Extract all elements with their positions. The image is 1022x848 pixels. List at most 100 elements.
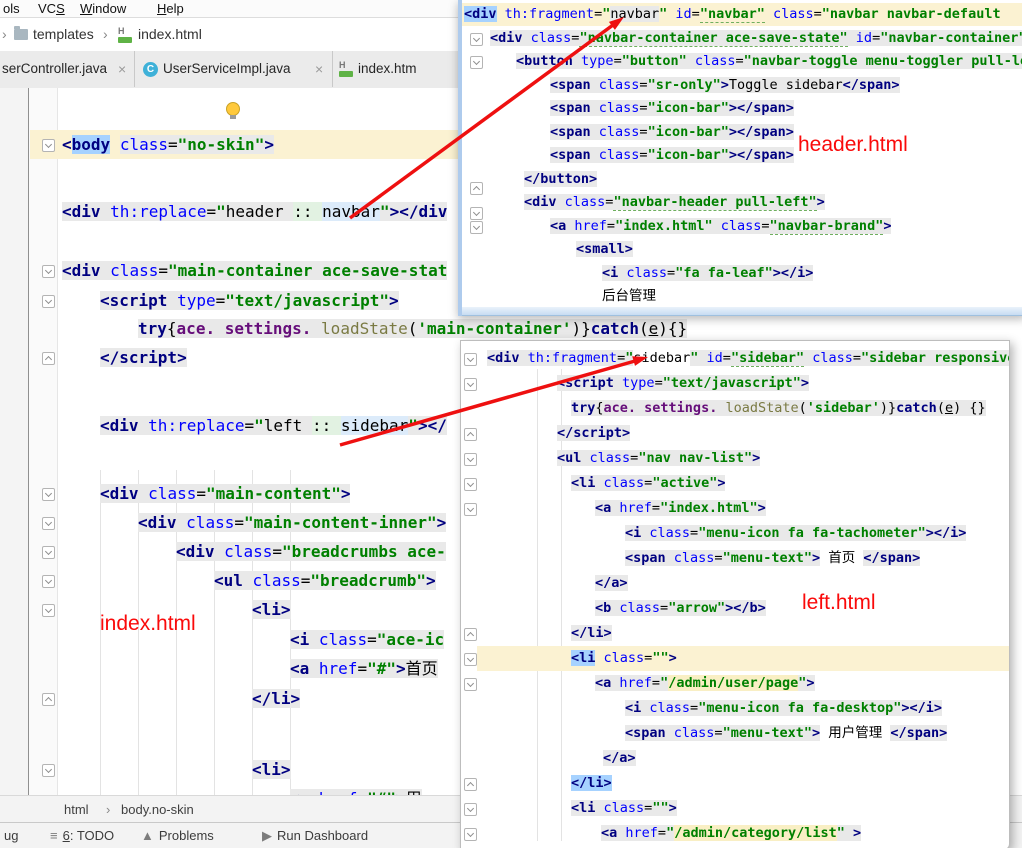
fold-expand-icon (464, 678, 477, 691)
fold-expand-icon (464, 353, 477, 366)
overlay-left-html-snippet: <div th:fragment="sidebar" id="sidebar" … (460, 340, 1010, 848)
overlay-header-html-snippet: <div th:fragment="navbar" id="navbar" cl… (458, 0, 1022, 316)
code-line: <li class=""> (571, 800, 677, 816)
fold-expand-icon[interactable] (42, 488, 55, 501)
close-icon[interactable]: × (118, 51, 126, 87)
code-line: <span class="icon-bar"></span> (550, 124, 794, 140)
code-line: </script> (100, 348, 187, 367)
close-icon[interactable]: × (315, 51, 323, 87)
statusbar-run-dashboard[interactable]: ▶ Run Dashboard (262, 823, 368, 848)
code-line: <small> (576, 241, 633, 257)
caret-line-highlight (477, 646, 1009, 671)
menu-item-window[interactable]: Window (80, 0, 126, 17)
fold-expand-icon (464, 478, 477, 491)
tab-usercontroller-java[interactable]: serController.java × (0, 51, 135, 87)
fold-expand-icon[interactable] (42, 764, 55, 777)
code-line: <i class="ace-ic (290, 630, 445, 649)
code-line: </li> (252, 689, 301, 708)
ide-window: ols VCS Window Help › templates › H inde… (0, 0, 1022, 848)
fold-expand-icon[interactable] (42, 265, 55, 278)
chevron-right-icon: › (2, 26, 7, 42)
fold-expand-icon (470, 207, 483, 220)
statusbar-todo[interactable]: ≡ 6: TODO (50, 823, 114, 848)
class-icon: C (143, 62, 158, 77)
annotation-label-index-html: index.html (100, 612, 196, 635)
breadcrumb-item-index-html[interactable]: index.html (138, 18, 202, 51)
warning-triangle-icon: ▲ (141, 828, 154, 843)
code-line: <li> (252, 600, 291, 619)
breadcrumb-item-body-no-skin[interactable]: body.no-skin (121, 796, 194, 823)
code-line: <a href="#">用 (290, 784, 422, 795)
code-line: <body class="no-skin"> (62, 135, 274, 154)
breadcrumb-item-html[interactable]: html (64, 796, 89, 823)
overlay-bottom-edge (462, 307, 1022, 316)
fold-expand-icon (464, 828, 477, 841)
code-line: <i class="menu-icon fa fa-desktop"></i> (625, 700, 943, 716)
tab-label: serController.java (2, 61, 108, 76)
tab-label: index.htm (358, 61, 417, 76)
code-area-header-html: <div th:fragment="navbar" id="navbar" cl… (462, 0, 1022, 316)
fold-expand-icon (464, 653, 477, 666)
statusbar-problems[interactable]: ▲ Problems (141, 823, 214, 848)
code-line: <a href="/admin/user/page"> (595, 675, 815, 691)
code-line: </a> (595, 575, 628, 591)
indent-guide (537, 369, 538, 841)
fold-expand-icon (464, 453, 477, 466)
fold-expand-icon[interactable] (42, 604, 55, 617)
code-line: <div th:replace="header :: navbar"></div (62, 202, 448, 221)
code-line: <div th:fragment="sidebar" id="sidebar" … (487, 346, 1009, 371)
fold-collapse-icon (464, 778, 477, 791)
code-line: <li> (252, 760, 291, 779)
chevron-right-icon: › (106, 802, 111, 817)
code-line: <button type="button" class="navbar-togg… (516, 50, 1022, 73)
todo-list-icon: ≡ (50, 828, 58, 843)
code-line: <span class="icon-bar"></span> (550, 100, 794, 116)
code-line: try{ace. settings. loadState('sidebar')}… (571, 400, 986, 416)
code-line: <div class="breadcrumbs ace- (176, 542, 446, 561)
chevron-right-icon: › (103, 26, 108, 42)
menu-item-vcs[interactable]: VCS (38, 0, 65, 17)
fold-collapse-icon[interactable] (42, 352, 55, 365)
fold-collapse-icon (464, 628, 477, 641)
code-line: </button> (524, 171, 598, 187)
fold-expand-icon[interactable] (42, 517, 55, 530)
code-line: <script type="text/javascript"> (557, 375, 810, 391)
menu-item-tools[interactable]: ols (3, 0, 20, 17)
code-line: <ul class="nav nav-list"> (557, 450, 761, 466)
code-line: <div class="main-container ace-save-stat (62, 261, 448, 280)
code-line: <span class="sr-only">Toggle sidebar</sp… (550, 77, 900, 93)
fold-expand-icon (464, 378, 477, 391)
code-area-left-html: <div th:fragment="sidebar" id="sidebar" … (461, 341, 1009, 848)
menu-item-help[interactable]: Help (157, 0, 184, 17)
fold-collapse-icon[interactable] (42, 693, 55, 706)
code-line: <i class="fa fa-leaf"></i> (602, 265, 814, 281)
fold-collapse-icon (470, 182, 483, 195)
code-line: <div class="main-content"> (100, 484, 351, 503)
code-line: <li class="active"> (571, 475, 726, 491)
fold-expand-icon[interactable] (42, 546, 55, 559)
code-line: <i class="menu-icon fa fa-tachometer"></… (625, 525, 967, 541)
fold-expand-icon[interactable] (42, 139, 55, 152)
code-line: <li class=""> (571, 650, 677, 666)
code-line: </a> (603, 750, 636, 766)
statusbar-debug-partial[interactable]: ug (4, 823, 18, 848)
html-file-icon: H (118, 26, 133, 43)
fold-expand-icon[interactable] (42, 575, 55, 588)
code-line: 后台管理 (602, 288, 656, 304)
code-line: <div class="main-content-inner"> (138, 513, 447, 532)
code-line: </script> (557, 425, 631, 441)
code-line: <ul class="breadcrumb"> (214, 571, 436, 590)
code-line: <div th:replace="left :: sidebar"></ (100, 416, 447, 435)
code-line: <span class="menu-text"> 用户管理 </span> (625, 725, 948, 741)
tab-userserviceimpl-java[interactable]: C UserServiceImpl.java × (135, 51, 333, 87)
fold-expand-icon[interactable] (42, 295, 55, 308)
fold-expand-icon (470, 33, 483, 46)
annotation-label-header-html: header.html (798, 133, 908, 156)
fold-expand-icon (464, 803, 477, 816)
breadcrumb-item-templates[interactable]: templates (33, 18, 94, 51)
code-line: <span class="menu-text"> 首页 </span> (625, 550, 921, 566)
html-file-icon: H (339, 60, 354, 77)
annotation-label-left-html: left.html (802, 591, 876, 614)
code-line: <script type="text/javascript"> (100, 291, 399, 310)
fold-expand-icon (470, 56, 483, 69)
